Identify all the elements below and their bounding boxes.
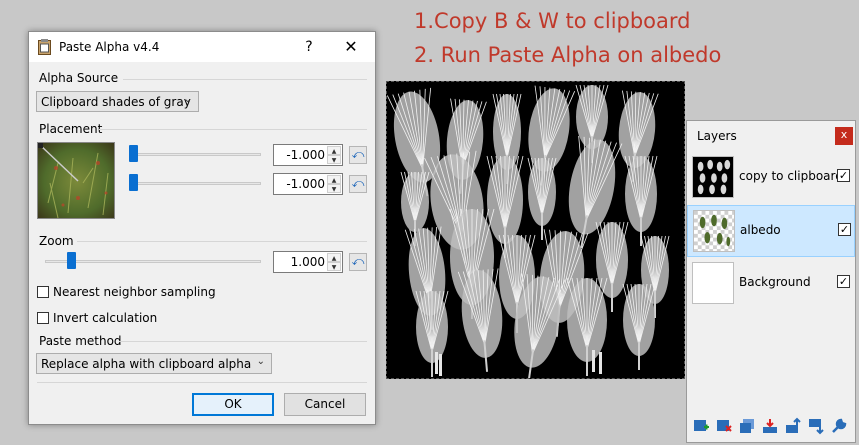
dialog-title: Paste Alpha v4.4 [59,40,160,54]
paste-alpha-app-icon [38,39,51,55]
paste-method-separator [119,341,367,342]
close-button[interactable]: ✕ [340,36,362,58]
placement-x-spin-buttons[interactable]: ▲ ▼ [327,146,341,164]
nearest-neighbor-checkbox[interactable] [37,286,49,298]
ok-button[interactable]: OK [192,393,274,416]
spin-up-icon[interactable]: ▲ [327,146,341,155]
spin-down-icon[interactable]: ▼ [327,184,341,193]
placement-y-slider-thumb[interactable] [129,174,138,191]
placement-y-spinbox[interactable]: -1.000 ▲ ▼ [273,173,343,195]
zoom-slider-thumb[interactable] [67,252,76,269]
zoom-spinbox[interactable]: 1.000 ▲ ▼ [273,251,343,273]
placement-x-value: -1.000 [286,148,325,162]
layer-visibility-checkbox-copy-to-clipboard[interactable]: ✓ [837,169,850,182]
placement-x-reset-button[interactable]: ⤺ [349,146,367,164]
layer-thumbnail-albedo [693,210,735,252]
layer-name-background[interactable]: Background [739,275,811,289]
layer-visibility-checkbox-background[interactable]: ✓ [837,275,850,288]
spin-up-icon[interactable]: ▲ [327,175,341,184]
layers-panel-title: Layers [697,129,737,143]
alpha-source-dropdown[interactable]: Clipboard shades of gray ⌄ [36,91,199,112]
delete-layer-icon[interactable] [715,417,733,435]
layer-row-copy-to-clipboard[interactable]: copy to clipboard ✓ [687,152,855,204]
texture-leaf [415,290,449,377]
layer-row-background[interactable]: Background ✓ [687,258,855,310]
move-up-icon[interactable] [784,417,802,435]
layer-row-albedo[interactable]: albedo ✓ [687,205,855,257]
duplicate-layer-icon[interactable] [738,417,756,435]
invert-calculation-checkbox[interactable] [37,312,49,324]
properties-icon[interactable] [830,417,848,435]
alpha-source-label: Alpha Source [39,71,119,85]
placement-label: Placement [39,122,103,136]
zoom-value: 1.000 [290,255,325,269]
texture-stem [439,354,442,376]
cancel-button[interactable]: Cancel [284,393,366,416]
layer-thumbnail-background [692,262,734,304]
texture-leaf [622,283,656,370]
zoom-separator [77,241,367,242]
texture-stem [435,352,438,374]
annotation-line-1: 1.Copy B & W to clipboard [414,9,691,33]
paste-method-selected: Replace alpha with clipboard alpha [41,357,252,371]
placement-x-slider-thumb[interactable] [129,145,138,162]
placement-preview-image [38,143,114,218]
paste-method-dropdown[interactable]: Replace alpha with clipboard alpha ⌄ [36,353,272,374]
paste-method-label: Paste method [39,334,122,348]
placement-separator [99,129,367,130]
layers-panel-close-button[interactable]: x [835,127,853,145]
zoom-slider-track[interactable] [45,260,261,263]
bw-leaf-texture-image [386,84,670,382]
alpha-source-separator [123,79,367,80]
placement-y-slider-track[interactable] [129,182,261,185]
zoom-spin-buttons[interactable]: ▲ ▼ [327,253,341,271]
layer-visibility-checkbox-albedo[interactable]: ✓ [838,223,851,236]
placement-y-spin-buttons[interactable]: ▲ ▼ [327,175,341,193]
layers-panel: Layers x copy to clipboard ✓ albedo ✓ Ba… [686,120,856,443]
layer-name-albedo[interactable]: albedo [740,223,781,237]
dialog-titlebar[interactable]: Paste Alpha v4.4 ? ✕ [29,32,375,62]
texture-leaf [624,155,658,246]
placement-x-spinbox[interactable]: -1.000 ▲ ▼ [273,144,343,166]
spin-down-icon[interactable]: ▼ [327,262,341,271]
buttons-separator [37,382,367,383]
annotation-line-2: 2. Run Paste Alpha on albedo [414,43,722,67]
image-canvas[interactable] [386,81,685,382]
placement-y-value: -1.000 [286,177,325,191]
layer-name-copy-to-clipboard[interactable]: copy to clipboard [739,169,843,183]
merge-down-icon[interactable] [761,417,779,435]
add-layer-icon[interactable] [692,417,710,435]
invert-calculation-label[interactable]: Invert calculation [53,311,157,325]
nearest-neighbor-label[interactable]: Nearest neighbor sampling [53,285,216,299]
move-down-icon[interactable] [807,417,825,435]
texture-stem [592,350,595,372]
alpha-source-selected: Clipboard shades of gray [41,95,191,109]
chevron-down-icon: ⌄ [183,94,192,105]
help-button[interactable]: ? [298,36,320,58]
zoom-reset-button[interactable]: ⤺ [349,253,367,271]
texture-leaf [527,157,557,240]
placement-x-slider-track[interactable] [129,153,261,156]
placement-y-reset-button[interactable]: ⤺ [349,175,367,193]
paste-alpha-dialog: Paste Alpha v4.4 ? ✕ Alpha Source Clipbo… [28,31,376,425]
spin-down-icon[interactable]: ▼ [327,155,341,164]
texture-stem [599,352,602,374]
layer-thumbnail-copy-to-clipboard [692,156,734,198]
chevron-down-icon: ⌄ [256,356,265,367]
placement-preview[interactable] [37,142,115,219]
zoom-label: Zoom [39,234,74,248]
spin-up-icon[interactable]: ▲ [327,253,341,262]
